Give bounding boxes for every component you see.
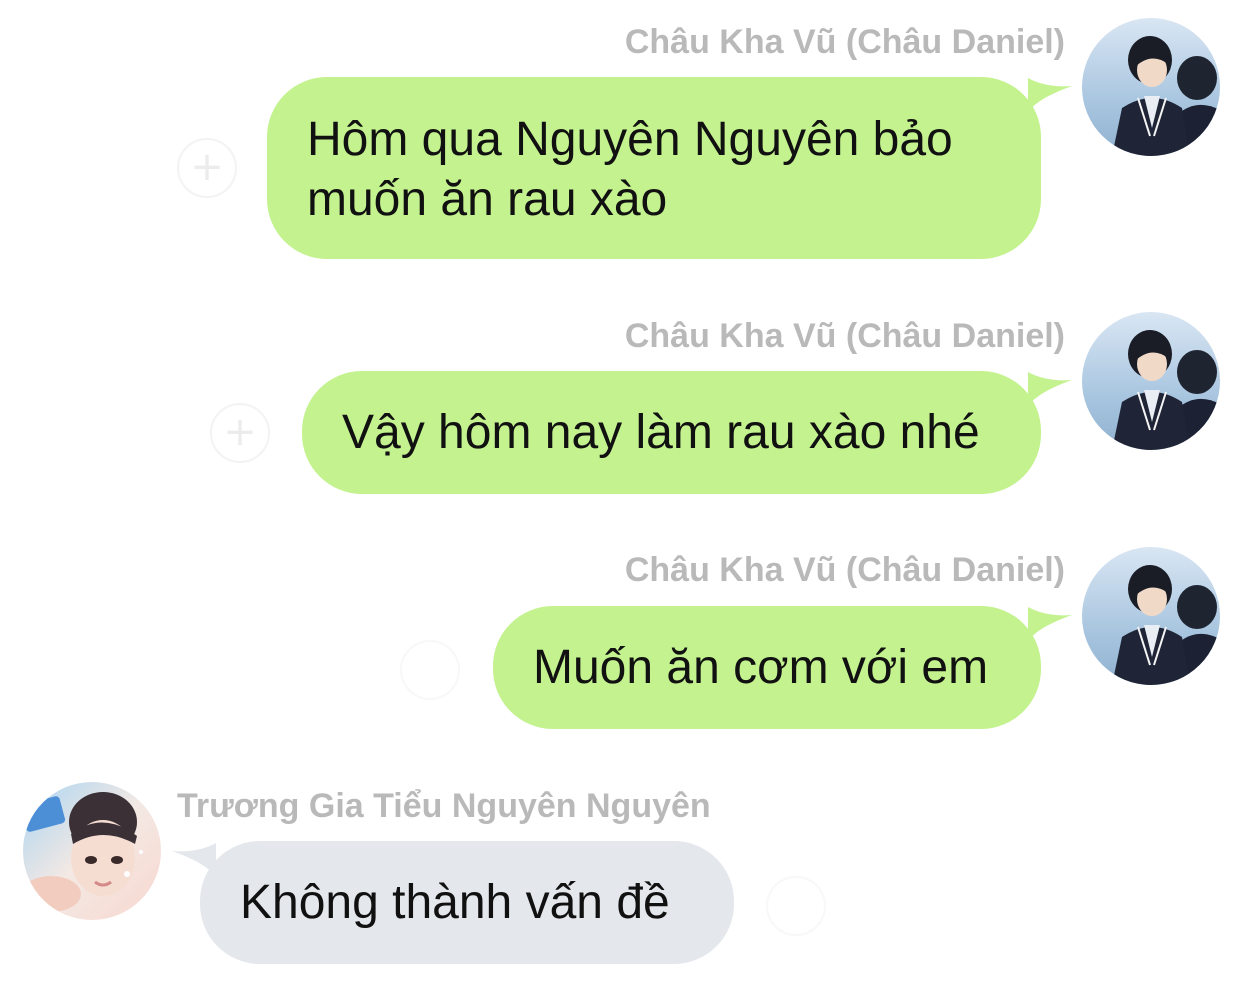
sender-avatar[interactable] <box>1082 312 1220 450</box>
sender-avatar[interactable] <box>1082 547 1220 685</box>
sender-name: Trương Gia Tiểu Nguyên Nguyên <box>177 787 711 825</box>
message-bubble[interactable]: Muốn ăn cơm với em <box>493 606 1041 729</box>
add-reaction-button[interactable]: + <box>210 403 270 463</box>
sender-avatar[interactable] <box>1082 18 1220 156</box>
message-bubble[interactable]: Không thành vấn đề <box>200 841 734 964</box>
message-bubble[interactable]: Vậy hôm nay làm rau xào nhé <box>302 371 1041 494</box>
sender-name: Châu Kha Vũ (Châu Daniel) <box>624 551 1065 589</box>
message-text: Vậy hôm nay làm rau xào nhé <box>342 406 980 459</box>
sender-avatar[interactable] <box>23 782 161 920</box>
bubble-tail <box>1028 372 1072 406</box>
plus-circle-icon: + <box>779 882 813 928</box>
bubble-tail <box>1028 607 1072 641</box>
add-reaction-button[interactable]: + <box>766 876 826 936</box>
message-text: Hôm qua Nguyên Nguyên bảo muốn ăn rau xà… <box>307 113 953 226</box>
plus-circle-icon: + <box>190 144 224 190</box>
add-reaction-button[interactable]: + <box>400 640 460 700</box>
message-text: Không thành vấn đề <box>240 876 670 929</box>
plus-circle-icon: + <box>413 646 447 692</box>
sender-name: Châu Kha Vũ (Châu Daniel) <box>624 317 1065 355</box>
add-reaction-button[interactable]: + <box>177 138 237 198</box>
message-bubble[interactable]: Hôm qua Nguyên Nguyên bảo muốn ăn rau xà… <box>267 77 1041 259</box>
avatar-photo-icon <box>1082 312 1220 450</box>
sender-name: Châu Kha Vũ (Châu Daniel) <box>624 23 1065 61</box>
avatar-photo-icon <box>1082 547 1220 685</box>
bubble-tail <box>1028 78 1072 112</box>
avatar-photo-icon <box>1082 18 1220 156</box>
plus-circle-icon: + <box>223 409 257 455</box>
avatar-photo-icon <box>23 782 161 920</box>
message-text: Muốn ăn cơm với em <box>533 641 989 694</box>
